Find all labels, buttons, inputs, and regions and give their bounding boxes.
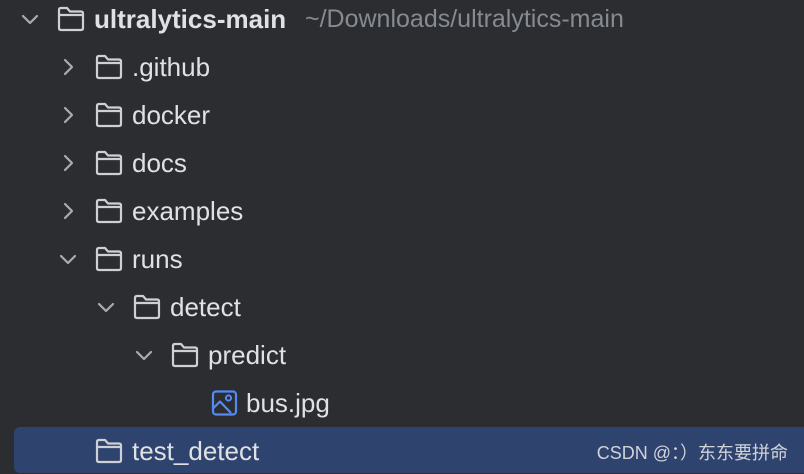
folder-icon: [56, 5, 86, 33]
tree-item-label: .github: [132, 52, 211, 82]
tree-item-detect[interactable]: detect: [0, 283, 804, 331]
folder-icon: [94, 53, 124, 81]
project-tree: ultralytics-main ~/Downloads/ultralytics…: [0, 0, 804, 474]
tree-item-label: runs: [132, 244, 183, 274]
tree-item-label: docs: [132, 148, 187, 178]
folder-icon: [94, 101, 124, 129]
chevron-right-icon[interactable]: [56, 199, 80, 223]
tree-item-label: detect: [170, 292, 241, 322]
image-file-icon: [210, 389, 240, 417]
folder-icon: [170, 341, 200, 369]
chevron-right-icon[interactable]: [56, 55, 80, 79]
tree-item-label: docker: [132, 100, 211, 130]
folder-icon: [94, 245, 124, 273]
chevron-down-icon[interactable]: [94, 295, 118, 319]
tree-item-label: predict: [208, 340, 287, 370]
chevron-down-icon[interactable]: [56, 247, 80, 271]
chevron-down-icon[interactable]: [132, 343, 156, 367]
tree-item-label: bus.jpg: [246, 388, 330, 418]
tree-item-label: examples: [132, 196, 244, 226]
chevron-right-icon[interactable]: [56, 151, 80, 175]
tree-item-predict[interactable]: predict: [0, 331, 804, 379]
tree-item-label: ultralytics-main: [94, 4, 287, 34]
folder-icon: [94, 197, 124, 225]
chevron-right-icon[interactable]: [56, 103, 80, 127]
folder-icon: [94, 437, 124, 465]
tree-item-docs[interactable]: docs: [0, 139, 804, 187]
tree-item-docker[interactable]: docker: [0, 91, 804, 139]
tree-item-examples[interactable]: examples: [0, 187, 804, 235]
folder-icon: [94, 149, 124, 177]
tree-item-bus-jpg[interactable]: bus.jpg: [0, 379, 804, 427]
chevron-down-icon[interactable]: [18, 7, 42, 31]
project-path: ~/Downloads/ultralytics-main: [305, 5, 624, 33]
tree-item-github[interactable]: .github: [0, 43, 804, 91]
tree-item-root[interactable]: ultralytics-main ~/Downloads/ultralytics…: [0, 0, 804, 43]
tree-item-label: test_detect: [132, 436, 260, 466]
watermark-text: CSDN @：）东东要拼命: [596, 443, 788, 463]
tree-item-runs[interactable]: runs: [0, 235, 804, 283]
folder-icon: [132, 293, 162, 321]
